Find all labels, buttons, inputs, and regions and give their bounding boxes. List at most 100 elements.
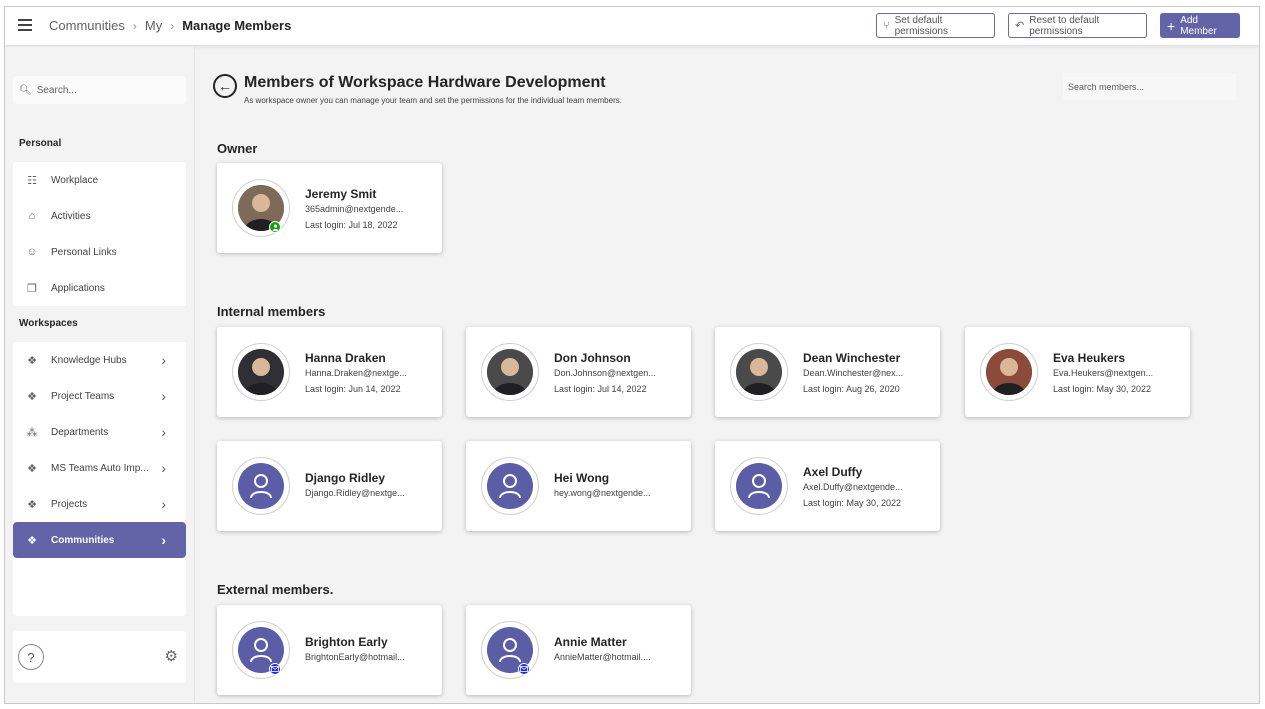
sidebar-item-label: Knowledge Hubs — [51, 354, 127, 366]
member-name: Annie Matter — [554, 635, 627, 649]
member-name: Dean Winchester — [803, 351, 901, 365]
member-name: Don Johnson — [554, 351, 631, 365]
sidebar-item-ms-teams-auto-import[interactable]: ❖ MS Teams Auto Imp... › — [13, 450, 186, 486]
sidebar-item-project-teams[interactable]: ❖ Project Teams › — [13, 378, 186, 414]
chevron-right-icon: › — [161, 352, 166, 368]
member-card[interactable]: Annie Matter AnnieMatter@hotmail.... — [466, 605, 691, 695]
teams-icon: ❖ — [27, 354, 37, 367]
add-member-label: Add Member — [1180, 14, 1217, 37]
member-email: Don.Johnson@nextgen... — [554, 368, 656, 378]
member-card[interactable]: Eva Heukers Eva.Heukers@nextgen... Last lo… — [965, 327, 1190, 417]
plus-icon: + — [1167, 17, 1176, 34]
avatar-photo — [487, 349, 533, 395]
teams-icon: ❖ — [27, 462, 37, 475]
set-default-permissions-button[interactable]: ⑂ Set default permissions — [876, 13, 995, 38]
sidebar-item-communities[interactable]: ❖ Communities › — [13, 522, 186, 558]
hamburger-menu-icon[interactable] — [18, 19, 32, 31]
member-last-login: Last login: May 30, 2022 — [1053, 384, 1152, 394]
avatar — [730, 457, 788, 515]
breadcrumb-communities[interactable]: Communities — [49, 18, 125, 33]
teams-icon: ❖ — [27, 498, 37, 511]
sidebar-item-workplace[interactable]: ☷ Workplace — [13, 162, 186, 198]
breadcrumb: Communities › My › Manage Members — [49, 18, 291, 33]
member-name: Axel Duffy — [803, 465, 863, 479]
member-email: hey.wong@nextgende... — [554, 488, 651, 498]
sidebar-search-input[interactable]: 🔍︎ Search... — [13, 76, 186, 104]
member-card[interactable]: Hanna Draken Hanna.Draken@nextge... Last l… — [217, 327, 442, 417]
chevron-right-icon: › — [170, 18, 175, 33]
chevron-right-icon: › — [161, 532, 166, 548]
member-card[interactable]: Axel Duffy Axel.Duffy@nextgende... Last lo… — [715, 441, 940, 531]
avatar-photo — [238, 349, 284, 395]
app-window: Communities › My › Manage Members ⑂ Set … — [4, 6, 1260, 704]
personal-nav-panel: ☷ Workplace ⌂ Activities ☺ Personal Link… — [13, 162, 186, 306]
avatar — [481, 621, 539, 679]
sidebar-search-placeholder: Search... — [36, 84, 77, 96]
chevron-right-icon: › — [161, 460, 166, 476]
avatar-photo — [986, 349, 1032, 395]
teams-icon: ❖ — [27, 534, 37, 547]
reset-default-permissions-button[interactable]: ↶ Reset to default permissions — [1008, 13, 1147, 38]
page-subtitle: As workspace owner you can manage your t… — [244, 96, 622, 105]
back-arrow-icon[interactable]: ← — [213, 74, 237, 98]
avatar — [481, 343, 539, 401]
help-button[interactable]: ? — [18, 644, 44, 670]
member-last-login: Last login: Jul 14, 2022 — [554, 384, 647, 394]
person-icon: ☺ — [26, 246, 38, 258]
search-icon: 🔍︎ — [19, 84, 32, 96]
person-icon — [487, 463, 533, 509]
member-card[interactable]: Django Ridley Django.Ridley@nextge... — [217, 441, 442, 531]
sidebar-item-label: Activities — [51, 210, 91, 222]
sidebar-item-knowledge-hubs[interactable]: ❖ Knowledge Hubs › — [13, 342, 186, 378]
sidebar-item-projects[interactable]: ❖ Projects › — [13, 486, 186, 522]
internal-section-title: Internal members — [217, 304, 326, 319]
member-name: Brighton Early — [305, 635, 388, 649]
sidebar-item-applications[interactable]: ❐ Applications — [13, 270, 186, 306]
member-name: Jeremy Smit — [305, 187, 377, 201]
person-icon — [238, 463, 284, 509]
search-members-input[interactable] — [1063, 73, 1236, 100]
member-card[interactable]: Dean Winchester Dean.Winchester@nex... Las… — [715, 327, 940, 417]
sidebar-item-label: MS Teams Auto Imp... — [51, 462, 149, 474]
member-email: Dean.Winchester@nex... — [803, 368, 904, 378]
member-email: BrightonEarly@hotmail... — [305, 652, 405, 662]
undo-icon: ↶ — [1015, 20, 1025, 32]
sidebar-item-departments[interactable]: ⁂ Departments › — [13, 414, 186, 450]
sidebar-item-label: Communities — [51, 534, 115, 546]
avatar — [232, 621, 290, 679]
sidebar-item-label: Projects — [51, 498, 88, 510]
avatar — [232, 343, 290, 401]
member-last-login: Last login: Aug 26, 2020 — [803, 384, 900, 394]
workspaces-section-title: Workspaces — [19, 318, 78, 329]
avatar — [481, 457, 539, 515]
member-card[interactable]: Jeremy Smit 365admin@nextgende... Last log… — [217, 163, 442, 253]
chevron-right-icon: › — [161, 388, 166, 404]
chevron-right-icon: › — [132, 18, 137, 33]
gear-icon[interactable]: ⚙ — [165, 647, 178, 665]
home-icon: ⌂ — [28, 210, 36, 222]
mail-icon — [518, 663, 530, 675]
sidebar-footer: ? ⚙ — [13, 631, 186, 683]
teams-icon: ❖ — [27, 390, 37, 403]
member-name: Django Ridley — [305, 471, 386, 485]
top-bar: Communities › My › Manage Members ⑂ Set … — [5, 7, 1259, 46]
sidebar-item-activities[interactable]: ⌂ Activities — [13, 198, 186, 234]
personal-section-title: Personal — [19, 138, 62, 149]
member-email: 365admin@nextgende... — [305, 204, 404, 214]
add-member-button[interactable]: + Add Member — [1160, 13, 1240, 38]
member-card[interactable]: Hei Wong hey.wong@nextgende... — [466, 441, 691, 531]
sidebar-item-label: Project Teams — [51, 390, 115, 402]
person-icon — [736, 463, 782, 509]
member-card[interactable]: Don Johnson Don.Johnson@nextgen... Last lo… — [466, 327, 691, 417]
mail-icon — [269, 663, 281, 675]
member-last-login: Last login: May 30, 2022 — [803, 498, 902, 508]
org-icon: ⁂ — [26, 426, 38, 439]
breadcrumb-my[interactable]: My — [145, 18, 162, 33]
workspaces-nav-panel: ❖ Knowledge Hubs › ❖ Project Teams › ⁂ D… — [13, 342, 186, 616]
sidebar-item-label: Departments — [51, 426, 109, 438]
member-email: Axel.Duffy@nextgende... — [803, 482, 903, 492]
owner-badge-icon — [269, 221, 281, 233]
sidebar-item-personal-links[interactable]: ☺ Personal Links — [13, 234, 186, 270]
member-card[interactable]: Brighton Early BrightonEarly@hotmail... — [217, 605, 442, 695]
member-name: Eva Heukers — [1053, 351, 1126, 365]
